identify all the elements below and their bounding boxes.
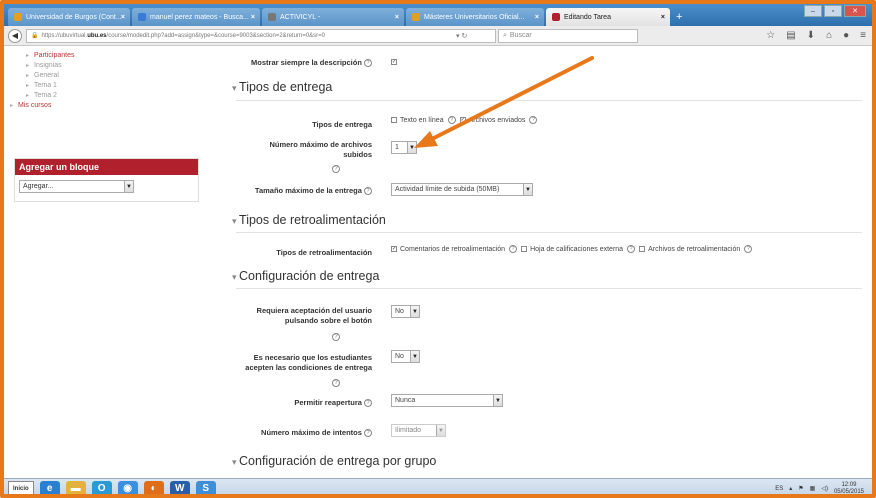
- word-icon[interactable]: W: [169, 480, 190, 494]
- show-hidden-icons-icon[interactable]: ▴: [789, 485, 792, 492]
- skype-icon[interactable]: S: [195, 480, 216, 494]
- firefox-icon[interactable]: ◐: [143, 480, 164, 494]
- clock[interactable]: 12:09 05/05/2015: [833, 481, 864, 495]
- annotation-arrow-shaft: [424, 56, 594, 144]
- folder-icon[interactable]: ▬: [65, 480, 86, 494]
- flag-icon[interactable]: ⚑: [798, 485, 803, 492]
- annotation-arrow: [414, 56, 594, 148]
- chrome-icon[interactable]: ◉: [117, 480, 138, 494]
- volume-icon[interactable]: ◁): [821, 485, 828, 492]
- outlook-icon[interactable]: O: [91, 480, 112, 494]
- taskbar: Inicio e ▬ O ◉ ◐ W S ES ▴ ⚑ ▦ ◁) 12:09 0…: [4, 478, 872, 495]
- network-icon[interactable]: ▦: [810, 485, 816, 492]
- language-indicator[interactable]: ES: [775, 486, 783, 492]
- annotation-arrow-head: [414, 131, 438, 148]
- screenshot-frame: Universidad de Burgos (Cont... × manuel p…: [0, 0, 876, 498]
- clock-time: 12:09: [841, 481, 857, 488]
- ie-icon[interactable]: e: [39, 480, 60, 494]
- system-tray: ES ▴ ⚑ ▦ ◁) 12:09 05/05/2015: [775, 481, 864, 495]
- clock-date: 05/05/2015: [833, 488, 864, 495]
- start-button[interactable]: Inicio: [8, 480, 34, 494]
